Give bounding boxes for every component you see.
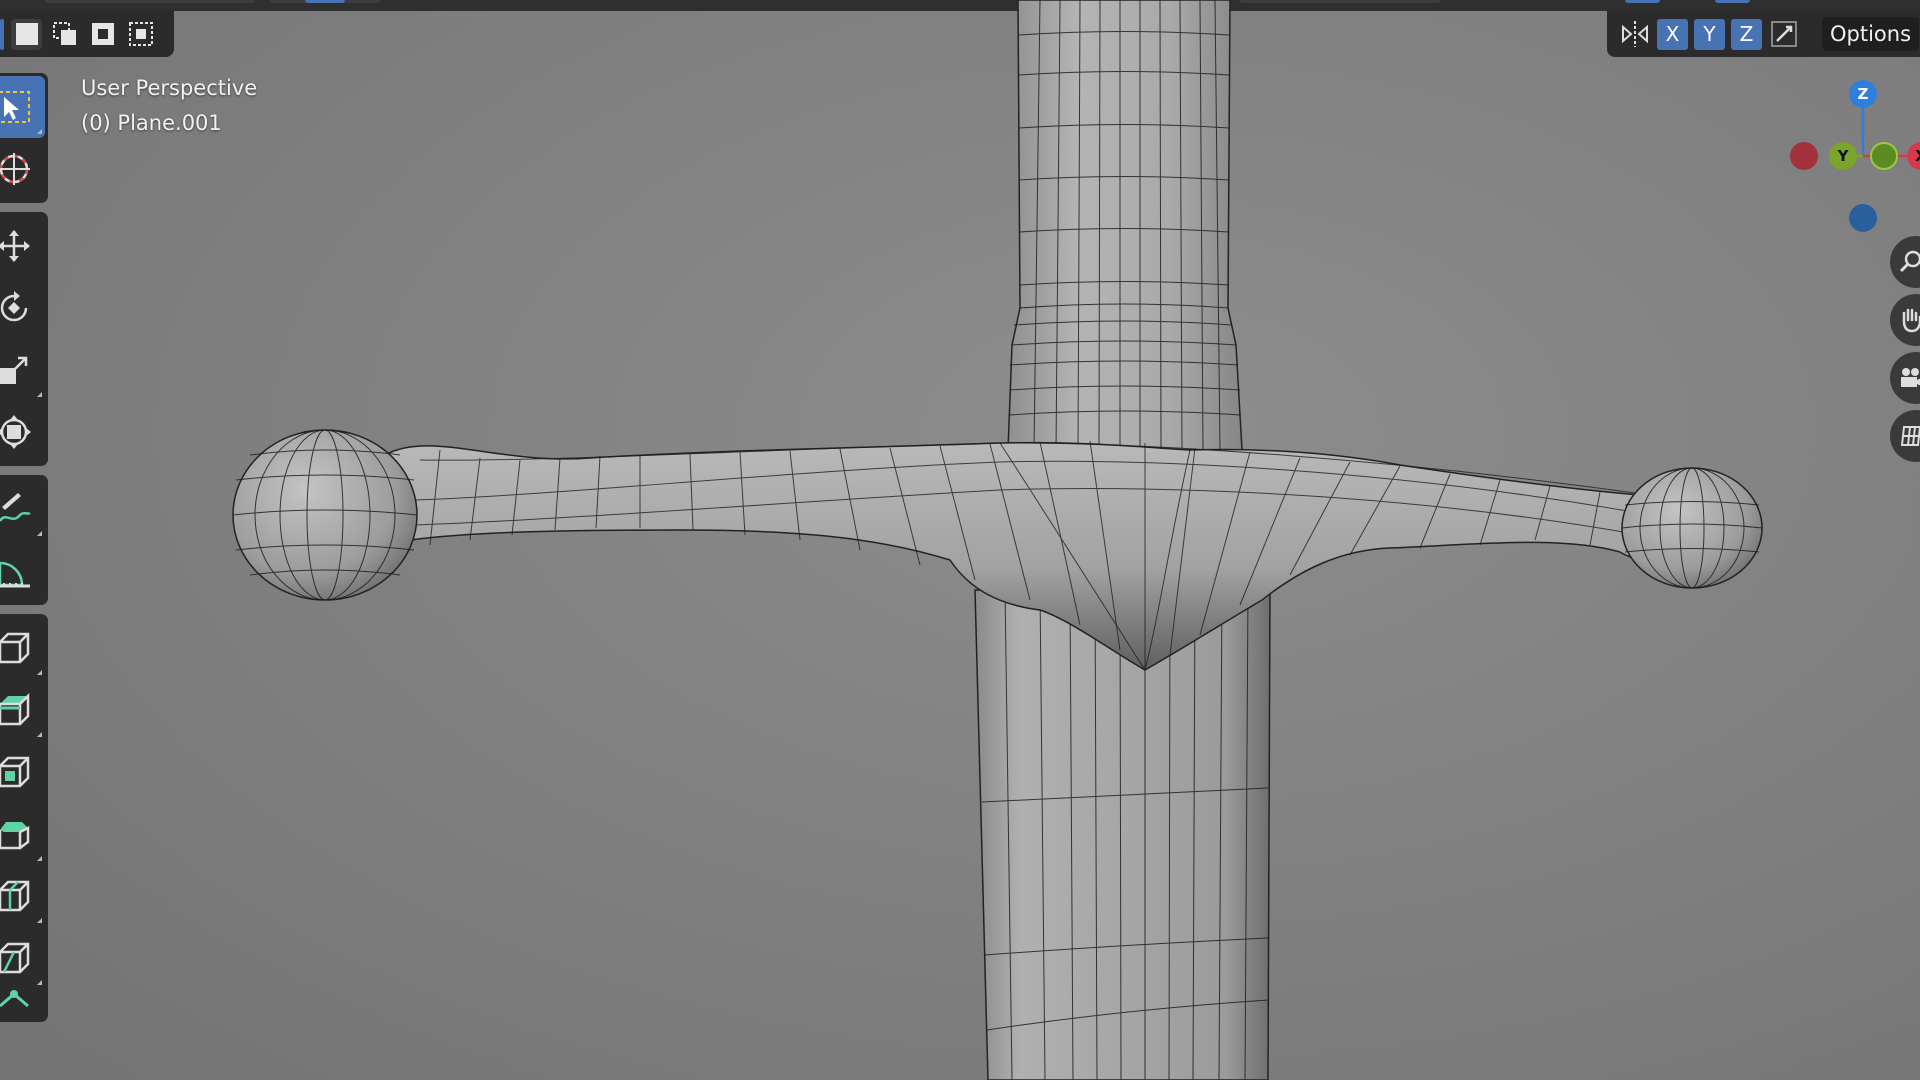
rotate-icon[interactable] bbox=[0, 277, 45, 339]
select-intersect-icon[interactable] bbox=[125, 19, 156, 50]
gizmo-neg-z-axis[interactable] bbox=[1849, 204, 1877, 232]
annotate-icon[interactable] bbox=[0, 478, 45, 540]
active-object-label: (0) Plane.001 bbox=[81, 111, 222, 135]
viewport-canvas[interactable] bbox=[0, 0, 1920, 1080]
select-extend-icon[interactable] bbox=[49, 19, 80, 50]
sword-blade[interactable] bbox=[974, 589, 1271, 1080]
knife-icon[interactable] bbox=[0, 927, 45, 989]
measure-icon[interactable] bbox=[0, 540, 45, 602]
sword-grip[interactable] bbox=[1007, 0, 1243, 451]
crossguard-left-ball[interactable] bbox=[232, 429, 418, 601]
selection-mode-indicator bbox=[0, 18, 4, 50]
tool-group-transform bbox=[0, 212, 48, 466]
tool-shelf bbox=[0, 73, 48, 1031]
bevel-icon[interactable] bbox=[0, 803, 45, 865]
axis-y-button[interactable]: Y bbox=[1694, 18, 1725, 50]
select-box-icon[interactable] bbox=[0, 76, 45, 138]
add-cube-icon[interactable] bbox=[0, 617, 45, 679]
transform-icon[interactable] bbox=[0, 401, 45, 463]
tool-group-select bbox=[0, 73, 48, 203]
gizmo-neg-y-axis[interactable] bbox=[1870, 142, 1898, 170]
poly-build-icon[interactable] bbox=[0, 989, 45, 1019]
navigation-gizmo[interactable]: Z Y X bbox=[1770, 70, 1920, 250]
options-dropdown[interactable]: Options bbox=[1822, 17, 1920, 51]
crossguard-right-ball[interactable] bbox=[1621, 467, 1763, 589]
snap-icon[interactable] bbox=[1768, 18, 1800, 50]
tool-group-mesh bbox=[0, 614, 48, 1022]
mirror-icon[interactable] bbox=[1619, 18, 1651, 50]
select-subtract-icon[interactable] bbox=[87, 19, 118, 50]
selection-mode-bar bbox=[0, 11, 174, 57]
gizmo-z-axis[interactable]: Z bbox=[1849, 80, 1877, 108]
extrude-region-icon[interactable] bbox=[0, 679, 45, 741]
cursor-icon[interactable] bbox=[0, 138, 45, 200]
move-icon[interactable] bbox=[0, 215, 45, 277]
view-name-label: User Perspective bbox=[81, 76, 258, 100]
axis-z-button[interactable]: Z bbox=[1731, 18, 1762, 50]
scale-icon[interactable] bbox=[0, 339, 45, 401]
inset-faces-icon[interactable] bbox=[0, 741, 45, 803]
gizmo-y-axis[interactable]: Y bbox=[1829, 142, 1857, 170]
tool-group-annotate bbox=[0, 475, 48, 605]
axis-x-button[interactable]: X bbox=[1657, 18, 1688, 50]
transform-header: X Y Z Options bbox=[1607, 11, 1920, 57]
gizmo-neg-x-axis[interactable] bbox=[1790, 142, 1818, 170]
select-new-icon[interactable] bbox=[11, 18, 42, 50]
loop-cut-icon[interactable] bbox=[0, 865, 45, 927]
